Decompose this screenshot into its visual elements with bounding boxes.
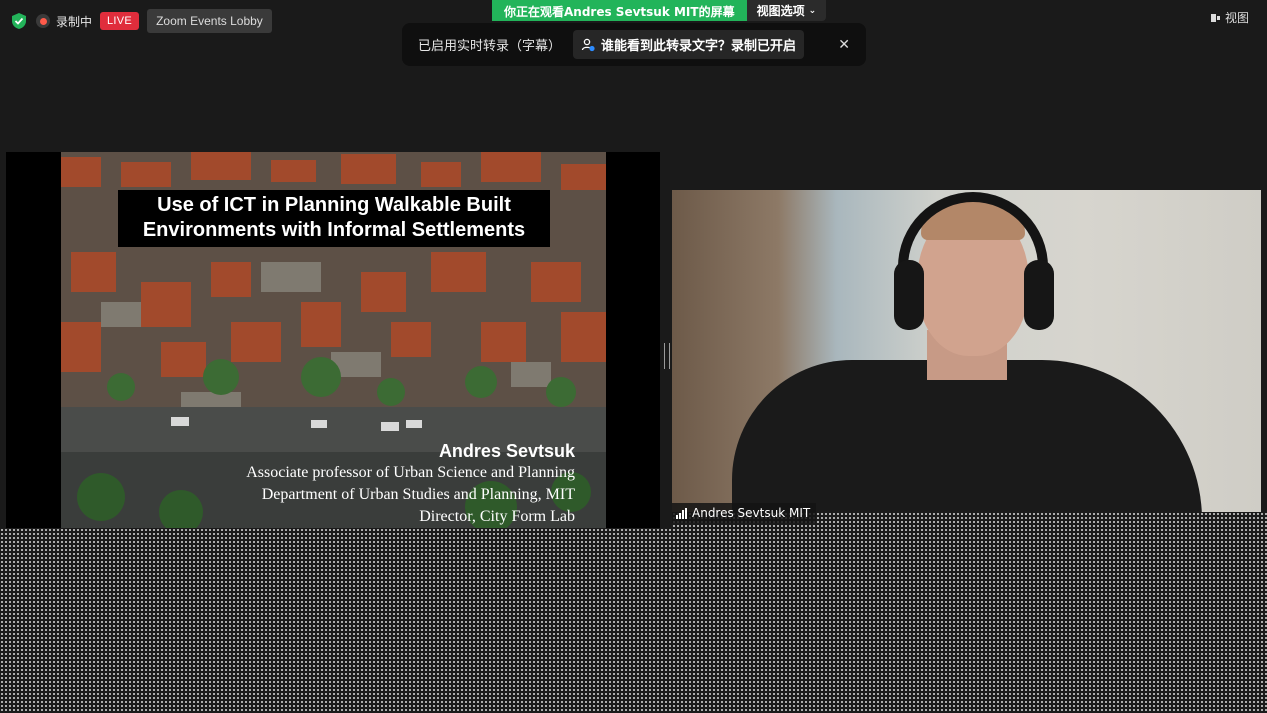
headphone-earcup-left [894, 260, 924, 330]
recording-indicator[interactable]: 录制中 [36, 13, 92, 30]
signal-strength-icon [676, 507, 687, 519]
transcription-notice: 已启用实时转录（字幕） 谁能看到此转录文字？录制已开启 ✕ [402, 23, 866, 66]
slide-line-2: Department of Urban Studies and Planning… [261, 486, 575, 503]
slide-line-1: Associate professor of Urban Science and… [246, 464, 575, 481]
share-banner: 你正在观看Andres Sevtsuk MIT的屏幕 视图选项 ⌄ [492, 0, 827, 21]
slide-title-line-2: Environments with Informal Settlements [142, 219, 526, 241]
who-can-see-button[interactable]: 谁能看到此转录文字？录制已开启 [573, 30, 805, 59]
topbar-left: 录制中 LIVE Zoom Events Lobby [10, 8, 272, 34]
person-body [732, 360, 1202, 512]
record-icon [36, 14, 50, 28]
chevron-down-icon: ⌄ [808, 5, 817, 16]
view-options-label: 视图选项 [756, 4, 805, 18]
view-options-button[interactable]: 视图选项 ⌄ [746, 0, 827, 21]
recording-label: 录制中 [56, 14, 93, 29]
headphone-earcup-right [1024, 260, 1054, 330]
dotted-overlay-left [0, 528, 672, 713]
viewing-screen-label: 你正在观看Andres Sevtsuk MIT的屏幕 [492, 0, 747, 21]
view-label: 视图 [1224, 11, 1249, 25]
participant-name: Andres Sevtsuk MIT [692, 506, 811, 520]
live-badge[interactable]: LIVE [100, 12, 140, 30]
view-layout-icon [1210, 13, 1220, 22]
close-icon[interactable]: ✕ [838, 37, 850, 53]
view-button[interactable]: 视图 [1210, 9, 1249, 26]
zoom-events-lobby-button[interactable]: Zoom Events Lobby [147, 9, 272, 33]
slide-title: Use of ICT in Planning Walkable Built En… [118, 190, 550, 247]
shared-screen[interactable]: Use of ICT in Planning Walkable Built En… [6, 152, 660, 528]
split-divider-handle[interactable] [664, 343, 670, 369]
slide-presenter-name: Andres Sevtsuk [438, 441, 575, 461]
speaker-video[interactable] [672, 190, 1261, 512]
shield-check-icon[interactable] [10, 12, 28, 30]
participant-name-tag: Andres Sevtsuk MIT [672, 503, 817, 523]
presentation-slide: Use of ICT in Planning Walkable Built En… [61, 152, 606, 528]
slide-title-line-1: Use of ICT in Planning Walkable Built [157, 194, 511, 216]
slide-line-3: Director, City Form Lab [419, 508, 575, 525]
dotted-overlay-right [672, 512, 1267, 713]
who-can-see-label: 谁能看到此转录文字？录制已开启 [601, 39, 797, 54]
person-info-icon [581, 38, 595, 51]
transcription-enabled-text: 已启用实时转录（字幕） [418, 39, 562, 54]
